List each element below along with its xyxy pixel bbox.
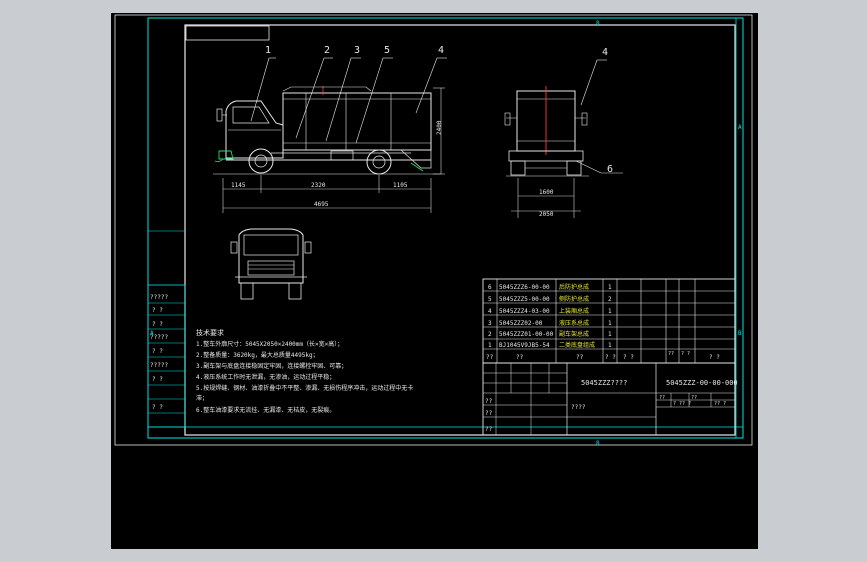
title-cell-b: ?? xyxy=(485,398,493,405)
bom-row-5-no: 2 xyxy=(488,331,492,338)
tech-line-3: 3.副车架与底盘连接稳固定牢固，连接螺栓牢固、可靠； xyxy=(196,362,347,370)
bom-head-1: ?? xyxy=(516,354,524,361)
strip-cell-7: ? ? xyxy=(152,404,163,411)
bom-row-6-name: 二类底盘组成 xyxy=(559,341,595,349)
grid-row-b: B xyxy=(738,330,742,337)
tech-line-1: 1.整车外廓尺寸：5045X2050×2400mm（长×宽×高）； xyxy=(196,340,343,348)
title-cell-a: ???? xyxy=(571,404,586,411)
grid-row-a: A xyxy=(738,124,742,131)
bom-row-1-no: 6 xyxy=(488,284,492,291)
strip-cell-2: ? ? xyxy=(152,321,163,328)
bom-row-1-qty: 1 xyxy=(608,284,612,291)
bom-head-6: ? ? xyxy=(681,351,690,357)
title-cell-d: ?? xyxy=(485,426,493,433)
title-cell-e: ?? xyxy=(659,395,665,401)
bom-row-4-name: 液压系总成 xyxy=(559,319,589,327)
truck-rear-view xyxy=(504,59,623,218)
cad-drawing: 8 8 A B A 1 2 3 5 4 1145 2320 1105 4695 … xyxy=(114,14,753,447)
bom-row-2-qty: 2 xyxy=(608,296,612,303)
tech-line-5: 5.按规焊缝、钢材、油漆折叠中不平整、渗漏、无损伤程序冲击，运动过程中无卡 xyxy=(196,384,413,392)
dim-rear-overhang: 1105 xyxy=(393,182,408,189)
bom-row-3-no: 4 xyxy=(488,308,492,315)
callout-5: 5 xyxy=(384,45,390,56)
rear-callout-6: 6 xyxy=(607,164,613,175)
bom-row-6-no: 1 xyxy=(488,342,492,349)
stamp-box xyxy=(185,25,270,41)
bom-row-5-name: 副车架总成 xyxy=(559,330,589,338)
bom-head-5: ?? xyxy=(668,351,674,357)
tech-line-6: 6.整车油漆要求无流挂、无漏漆、无桔皮，无裂痕。 xyxy=(196,406,335,414)
bom-row-3-code: 5045ZZZ4-03-00 xyxy=(499,308,550,315)
callout-4: 4 xyxy=(438,45,444,56)
title-cell-h: ?? ? xyxy=(714,401,726,407)
bom-head-7: ? ? xyxy=(709,354,720,361)
callout-2: 2 xyxy=(324,45,330,56)
dim-height: 2400 xyxy=(436,120,443,135)
strip-cell-6: ? ? xyxy=(152,376,163,383)
bom-row-5-code: 5045ZZZ01-00-00 xyxy=(499,331,554,338)
title-cell-g: ?? xyxy=(691,395,697,401)
tech-line-4: 4.液压系统工作时无泄漏，无渗油，运动过程平稳； xyxy=(196,373,335,381)
bom-head-4: ? ? xyxy=(623,354,634,361)
bom-row-2-name: 侧防护总成 xyxy=(559,295,589,303)
drawing-name: 5045ZZZ???? xyxy=(581,379,627,387)
tech-heading: 技术要求 xyxy=(196,328,224,337)
bom-row-4-no: 3 xyxy=(488,320,492,327)
tech-requirements: 技术要求 1.整车外廓尺寸：5045X2050×2400mm（长×宽×高）； 2… xyxy=(196,328,413,414)
dim-total-length: 4695 xyxy=(314,201,329,208)
dim-wheelbase: 2320 xyxy=(311,182,326,189)
bom-row-4-qty: 1 xyxy=(608,320,612,327)
dim-front-overhang: 1145 xyxy=(231,182,246,189)
bom-row-1-code: 5045ZZZ6-00-00 xyxy=(499,284,550,291)
bom-row-2-no: 5 xyxy=(488,296,492,303)
truck-front-view xyxy=(230,228,312,300)
title-cell-c: ?? xyxy=(485,410,493,417)
bom-head-3: ? ? xyxy=(605,354,616,361)
truck-side-view xyxy=(213,57,447,213)
title-cell-f: ? ?? ? xyxy=(673,401,691,407)
bom-row-1-name: 后防护总成 xyxy=(559,283,589,291)
strip-cell-5: ????? xyxy=(150,362,168,369)
bom-row-2-code: 5045ZZZ5-00-00 xyxy=(499,296,550,303)
rear-callout-4: 4 xyxy=(602,47,608,58)
bom-row-6-qty: 1 xyxy=(608,342,612,349)
dim-width: 2050 xyxy=(539,211,554,218)
bom-row-6-code: BJ1045V9JB5-54 xyxy=(499,342,550,349)
drawing-number: 5045ZZZ-00-00-000 xyxy=(666,379,738,387)
strip-cell-1: ? ? xyxy=(152,307,163,314)
bom-row-3-name: 上装厢总成 xyxy=(559,307,589,315)
bom-row-4-code: 5045ZZZ02-00 xyxy=(499,320,543,327)
strip-cell-4: ? ? xyxy=(152,348,163,355)
grid-col-top: 8 xyxy=(596,20,600,27)
dim-track: 1600 xyxy=(539,189,554,196)
grid-col-bottom: 8 xyxy=(596,440,600,447)
tech-line-5b: 滞； xyxy=(196,394,208,402)
strip-cell-0: ????? xyxy=(150,294,168,301)
callout-1: 1 xyxy=(265,45,271,56)
left-revision-strip xyxy=(147,230,186,428)
bom-row-3-qty: 1 xyxy=(608,308,612,315)
bom-head-2: ?? xyxy=(576,354,584,361)
strip-cell-3: ????? xyxy=(150,334,168,341)
title-block xyxy=(482,362,736,436)
tech-line-2: 2.整备质量：3620kg，最大总质量4495kg； xyxy=(196,351,319,359)
callout-3: 3 xyxy=(354,45,360,56)
bom-row-5-qty: 1 xyxy=(608,331,612,338)
bom-head-0: ?? xyxy=(486,354,494,361)
cad-viewport[interactable]: 8 8 A B A 1 2 3 5 4 1145 2320 1105 4695 … xyxy=(111,13,758,549)
